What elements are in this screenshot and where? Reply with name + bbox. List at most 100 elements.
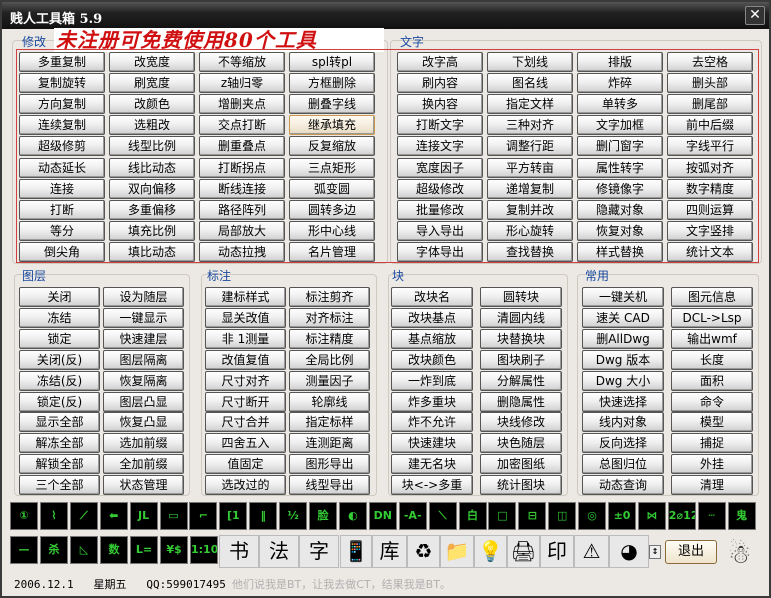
slash-line-icon[interactable]: ⟍ (428, 502, 457, 530)
button-modify[interactable]: 改宽度 (109, 52, 195, 72)
button-text[interactable]: 图名线 (487, 73, 573, 94)
button-modify[interactable]: 不等缩放 (199, 52, 285, 72)
button-modify[interactable]: 连接 (19, 178, 105, 199)
square-vline-icon[interactable]: ◫ (548, 502, 577, 530)
button-layer[interactable]: 设为随层 (103, 287, 184, 307)
button-block[interactable]: 分解属性 (480, 370, 562, 391)
button-text[interactable]: 指定文样 (487, 94, 573, 115)
button-modify[interactable]: 名片管理 (289, 241, 375, 262)
red-seal-icon[interactable]: 印 (540, 535, 574, 568)
button-text[interactable]: 恢复对象 (577, 220, 663, 241)
button-common[interactable]: 捕捉 (671, 433, 753, 454)
button-modify[interactable]: 等分 (19, 220, 105, 241)
button-block[interactable]: 统计图块 (480, 475, 562, 496)
button-block[interactable]: 基点缩放 (391, 328, 473, 349)
button-text[interactable]: 统计文本 (667, 241, 753, 262)
button-dimension[interactable]: 尺寸合并 (205, 412, 286, 433)
button-modify[interactable]: 双向偏移 (109, 178, 195, 199)
button-block[interactable]: 块替换块 (480, 328, 562, 349)
button-modify[interactable]: 方框删除 (289, 73, 375, 94)
button-modify[interactable]: 方向复制 (19, 94, 105, 115)
button-modify[interactable]: 继承填充 (289, 115, 375, 136)
button-layer[interactable]: 关闭 (19, 287, 100, 307)
ghost-char-icon[interactable]: 鬼 (727, 502, 756, 530)
button-modify[interactable]: 倒尖角 (19, 241, 105, 262)
button-text[interactable]: 排版 (577, 52, 663, 72)
button-modify[interactable]: 超级修剪 (19, 136, 105, 157)
button-text[interactable]: 文字加框 (577, 115, 663, 136)
button-common[interactable]: 快速选择 (582, 391, 664, 412)
button-common[interactable]: 模型 (671, 412, 753, 433)
button-block[interactable]: 图块刷子 (480, 349, 562, 370)
button-text[interactable]: 修镜像字 (577, 178, 663, 199)
button-modify[interactable]: 打断 (19, 199, 105, 220)
button-text[interactable]: 删门窗字 (577, 136, 663, 157)
button-modify[interactable]: 删叠字线 (289, 94, 375, 115)
button-dimension[interactable]: 标注剪齐 (289, 287, 370, 307)
button-block[interactable]: 加密图纸 (480, 454, 562, 475)
button-block[interactable]: 块线修改 (480, 412, 562, 433)
calligraphy-icon[interactable]: 书 (219, 535, 259, 568)
button-common[interactable]: 速关 CAD (582, 307, 664, 328)
dn-pipe-icon[interactable]: DN (368, 502, 397, 530)
button-text[interactable]: 文字竖排 (667, 220, 753, 241)
button-text[interactable]: 炸碎 (577, 73, 663, 94)
lightbulb-icon[interactable]: 💡 (474, 535, 507, 568)
break-line-icon[interactable]: ⌇ (39, 502, 68, 530)
fraction-circle-icon[interactable]: ½ (279, 502, 308, 530)
button-modify[interactable]: 弧变圆 (289, 178, 375, 199)
button-modify[interactable]: 交点打断 (199, 115, 285, 136)
button-text[interactable]: 删尾部 (667, 94, 753, 115)
button-modify[interactable]: 形中心线 (289, 220, 375, 241)
diagonal-line-icon[interactable]: ⟋ (69, 502, 98, 530)
button-layer[interactable]: 恢复凸显 (103, 412, 184, 433)
button-layer[interactable]: 图层隔离 (103, 349, 184, 370)
parallel-marks-icon[interactable]: ‖ (249, 502, 278, 530)
button-dimension[interactable]: 选改过的 (205, 475, 286, 496)
currency-icon[interactable]: ¥$ (160, 536, 188, 564)
green-arrow-icon[interactable]: ⬅ (99, 502, 128, 530)
button-text[interactable]: 宽度因子 (397, 157, 483, 178)
stairs-icon[interactable]: ⌐ (189, 502, 218, 530)
button-text[interactable]: 换内容 (397, 94, 483, 115)
printer-icon[interactable]: 🖨 (507, 535, 540, 568)
button-common[interactable]: 总图归位 (582, 454, 664, 475)
button-text[interactable]: 打断文字 (397, 115, 483, 136)
button-block[interactable]: 改块基点 (391, 307, 473, 328)
button-common[interactable]: 清理 (671, 475, 753, 496)
button-modify[interactable]: 改颜色 (109, 94, 195, 115)
button-text[interactable]: 导入导出 (397, 220, 483, 241)
button-common[interactable]: 图元信息 (671, 287, 753, 307)
button-common[interactable]: 长度 (671, 349, 753, 370)
button-text[interactable]: 去空格 (667, 52, 753, 72)
red-white-text-icon[interactable]: 白 (458, 502, 487, 530)
button-block[interactable]: 炸多重块 (391, 391, 473, 412)
button-modify[interactable]: 复制旋转 (19, 73, 105, 94)
button-text[interactable]: 复制并改 (487, 199, 573, 220)
bmw-logo-icon[interactable]: ◕ (609, 535, 649, 568)
button-common[interactable]: DCL->Lsp (671, 307, 753, 328)
button-modify[interactable]: spl转pl (289, 52, 375, 72)
construction-sign-icon[interactable]: ⚠ (574, 535, 609, 568)
button-text[interactable]: 三种对齐 (487, 115, 573, 136)
button-modify[interactable]: 连续复制 (19, 115, 105, 136)
button-modify[interactable]: 断线连接 (199, 178, 285, 199)
button-layer[interactable]: 解冻全部 (19, 433, 100, 454)
button-dimension[interactable]: 标注精度 (289, 328, 370, 349)
folder-icon[interactable]: 📁 (440, 535, 474, 568)
button-modify[interactable]: 线型比例 (109, 136, 195, 157)
zigzag-icon[interactable]: ⋈ (637, 502, 666, 530)
button-text[interactable]: 删头部 (667, 73, 753, 94)
button-dimension[interactable]: 连测距离 (289, 433, 370, 454)
button-text[interactable]: 字体导出 (397, 241, 483, 262)
toggle-icon[interactable]: ↕ (649, 545, 661, 559)
button-block[interactable]: 清圆内线 (480, 307, 562, 328)
button-dimension[interactable]: 改值复值 (205, 349, 286, 370)
button-common[interactable]: Dwg 大小 (582, 370, 664, 391)
button-modify[interactable]: 圆转多边 (289, 199, 375, 220)
calligraphy-red-icon[interactable]: 法 (259, 535, 299, 568)
button-layer[interactable]: 选加前缀 (103, 433, 184, 454)
button-layer[interactable]: 恢复隔离 (103, 370, 184, 391)
close-button[interactable]: ✕ (745, 6, 765, 25)
exit-button[interactable]: 退出 (665, 540, 717, 564)
